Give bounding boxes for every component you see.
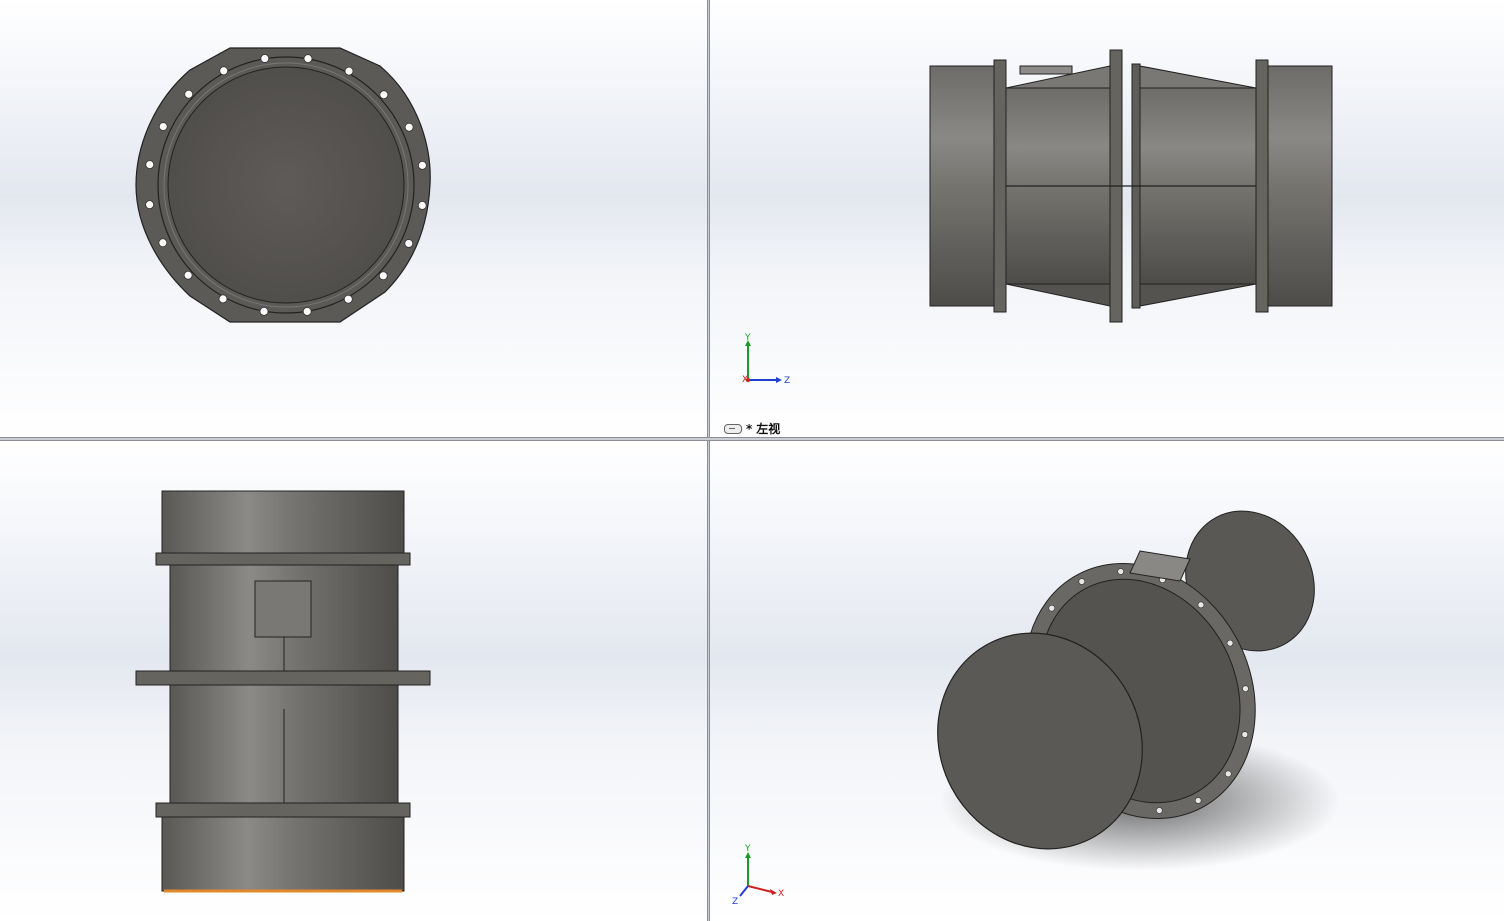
bottom-flange bbox=[155, 802, 411, 818]
bolt-hole bbox=[219, 66, 229, 76]
iso-bolt-hole bbox=[1224, 770, 1232, 778]
bolt-hole bbox=[378, 271, 388, 281]
view-name-label[interactable]: * 左视 bbox=[724, 420, 780, 437]
top-view-drawing bbox=[135, 490, 431, 893]
taper-right-top bbox=[1139, 65, 1257, 89]
viewport-isometric[interactable]: Y X Z bbox=[710, 441, 1504, 921]
iso-axis-x-label: X bbox=[778, 889, 784, 899]
left-view-drawing: Y Z X bbox=[742, 49, 1333, 386]
iso-bolt-hole bbox=[1117, 568, 1124, 575]
left-end-cylinder bbox=[929, 65, 997, 307]
left-flange bbox=[993, 59, 1007, 313]
axis-triad: Y Z X bbox=[742, 333, 790, 386]
bolt-hole bbox=[303, 54, 313, 64]
cover-disc bbox=[167, 66, 405, 304]
front-view-drawing bbox=[135, 47, 431, 323]
bolt-hole bbox=[260, 54, 270, 63]
bolt-hole bbox=[218, 294, 228, 304]
iso-bolt-hole bbox=[1078, 578, 1086, 585]
junction-box bbox=[1019, 65, 1073, 75]
bolt-hole bbox=[417, 200, 427, 210]
center-flange-top bbox=[135, 670, 431, 686]
iso-bolt-hole bbox=[1241, 731, 1249, 738]
iso-bolt-hole bbox=[1197, 601, 1205, 609]
bolt-hole bbox=[259, 306, 269, 316]
bolt-hole bbox=[183, 270, 193, 280]
bottom-end-cylinder bbox=[161, 816, 405, 892]
viewport-front[interactable] bbox=[0, 0, 707, 437]
taper-right-bottom bbox=[1139, 283, 1257, 307]
bolt-hole bbox=[184, 89, 194, 99]
bolt-hole bbox=[158, 238, 168, 248]
viewport-splitter-horizontal[interactable] bbox=[0, 437, 1504, 441]
viewport-top[interactable] bbox=[0, 441, 707, 921]
iso-axis-y-label: Y bbox=[744, 844, 751, 854]
iso-axis-z-label: Z bbox=[732, 897, 738, 907]
axis-z-label: Z bbox=[784, 376, 790, 386]
bolt-hole bbox=[158, 122, 168, 131]
view-label-text: 左视 bbox=[756, 422, 781, 436]
bolt-hole bbox=[145, 200, 155, 210]
iso-bolt-hole bbox=[1242, 685, 1249, 692]
bolt-hole bbox=[344, 66, 354, 76]
taper-left-bottom bbox=[1005, 283, 1111, 307]
right-flange bbox=[1255, 59, 1269, 313]
view-label-prefix: * bbox=[746, 421, 753, 436]
iso-bolt-hole bbox=[1048, 604, 1056, 612]
bolt-hole bbox=[145, 160, 155, 170]
axis-y-label: Y bbox=[744, 333, 751, 343]
axis-triad-iso: Y X Z bbox=[732, 844, 784, 907]
bolt-hole bbox=[404, 239, 414, 248]
iso-bolt-hole bbox=[1156, 807, 1163, 814]
top-flange bbox=[155, 552, 411, 566]
bolt-hole bbox=[343, 294, 353, 304]
bolt-hole bbox=[417, 160, 427, 170]
isometric-view-drawing: Y X Z bbox=[732, 510, 1340, 907]
iso-bolt-hole bbox=[1226, 639, 1234, 647]
right-end-cylinder bbox=[1267, 65, 1333, 307]
bolt-hole bbox=[379, 90, 389, 100]
bolt-hole bbox=[302, 307, 312, 316]
iso-bolt-hole bbox=[1194, 797, 1202, 804]
bolt-hole bbox=[404, 122, 414, 132]
viewport-splitter-vertical[interactable] bbox=[707, 0, 710, 921]
junction-box-top bbox=[254, 580, 312, 638]
axis-x-label: X bbox=[742, 375, 748, 385]
link-view-icon[interactable] bbox=[724, 423, 742, 434]
top-end-cylinder bbox=[161, 490, 405, 554]
viewport-left[interactable]: Y Z X * 左视 bbox=[710, 0, 1504, 437]
